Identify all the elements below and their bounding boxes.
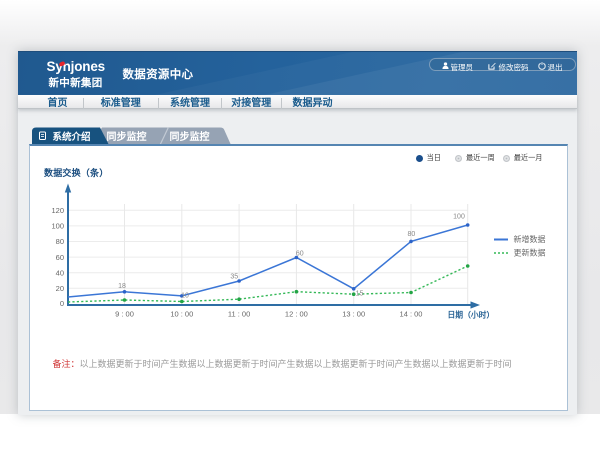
svg-text:18: 18 — [118, 283, 126, 290]
svg-text:60: 60 — [55, 252, 63, 261]
svg-text:20: 20 — [55, 284, 63, 293]
svg-text:80: 80 — [55, 237, 63, 246]
svg-text:更新数据: 更新数据 — [513, 247, 545, 257]
svg-text:40: 40 — [55, 268, 63, 277]
svg-text:系统介绍: 系统介绍 — [52, 131, 90, 143]
svg-text:100: 100 — [51, 221, 64, 230]
svg-text:80: 80 — [407, 230, 415, 237]
svg-text:13 : 00: 13 : 00 — [342, 309, 365, 318]
svg-text:60: 60 — [295, 250, 303, 257]
svg-text:0: 0 — [59, 299, 63, 308]
svg-text:35: 35 — [230, 273, 238, 280]
svg-text:日期（小时）: 日期（小时） — [447, 309, 494, 319]
svg-text:120: 120 — [51, 206, 64, 215]
svg-text:数据交换（条）: 数据交换（条） — [44, 167, 108, 178]
svg-text:14 : 00: 14 : 00 — [399, 309, 422, 318]
svg-text:9 : 00: 9 : 00 — [115, 309, 134, 318]
svg-text:15: 15 — [355, 290, 363, 297]
svg-text:同步监控: 同步监控 — [169, 130, 209, 143]
svg-text:10 : 00: 10 : 00 — [170, 309, 193, 318]
svg-text:11 : 00: 11 : 00 — [227, 309, 249, 318]
svg-text:100: 100 — [453, 213, 465, 220]
svg-text:同步监控: 同步监控 — [106, 130, 146, 143]
svg-text:12 : 00: 12 : 00 — [284, 309, 307, 318]
svg-text:新增数据: 新增数据 — [513, 234, 545, 244]
svg-text:10: 10 — [181, 292, 189, 299]
